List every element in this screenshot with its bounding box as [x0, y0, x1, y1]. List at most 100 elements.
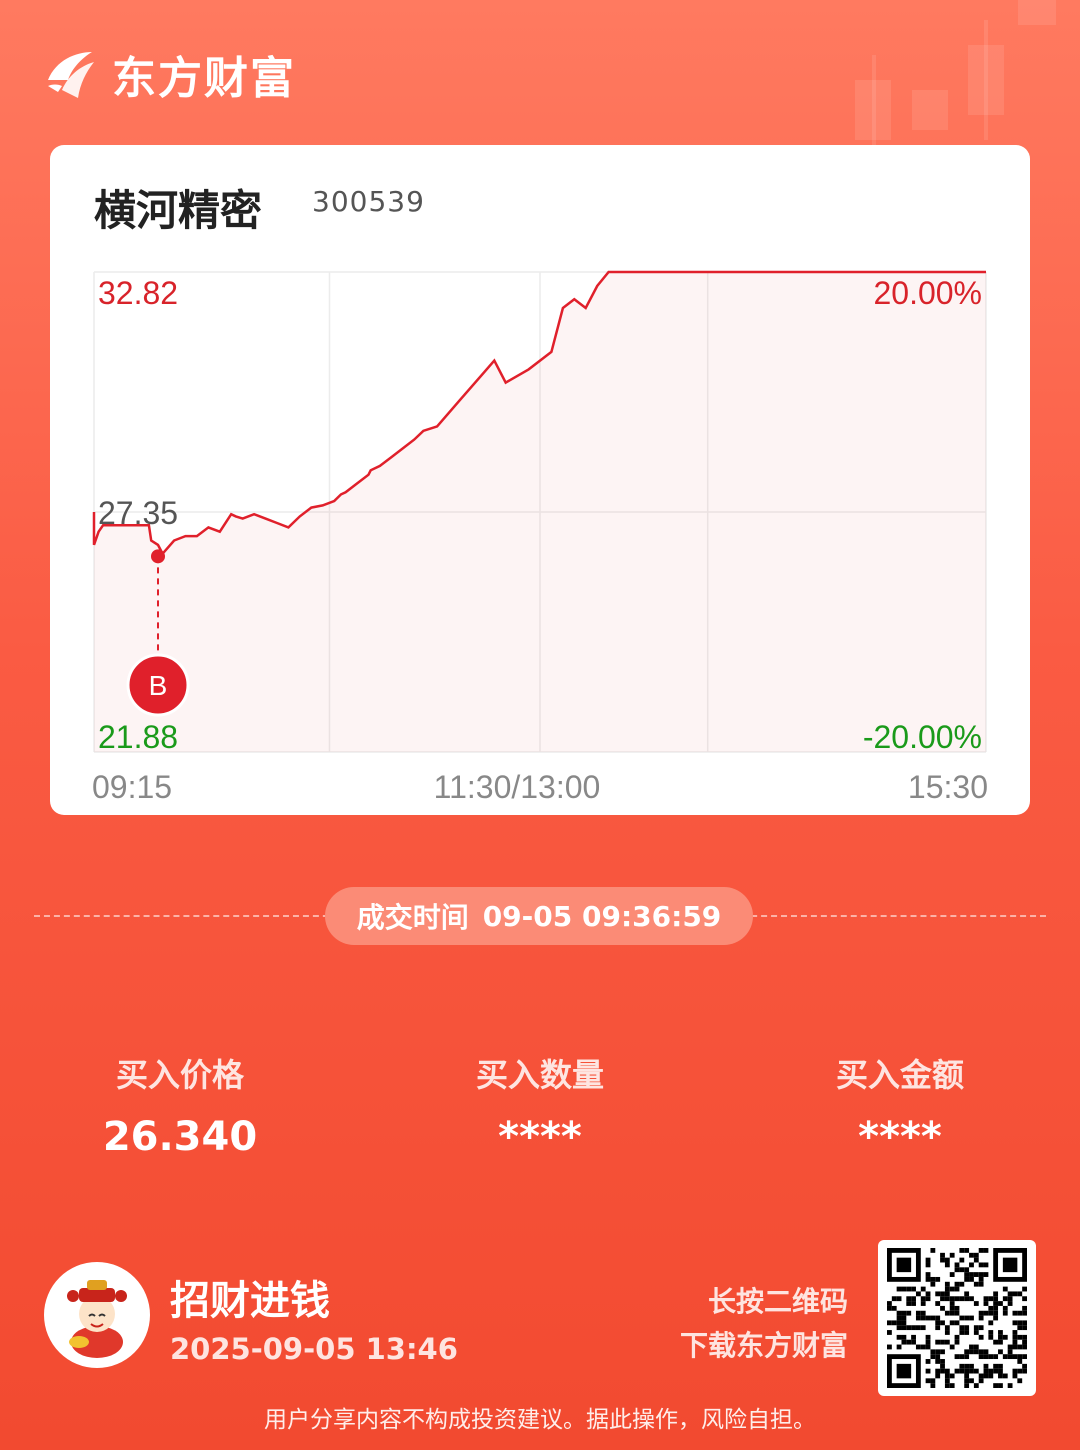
qr-module: [959, 1257, 965, 1263]
qr-module: [969, 1363, 974, 1369]
qr-module: [949, 1373, 955, 1379]
stat-value: 26.340: [102, 1114, 258, 1160]
qr-module: [978, 1281, 984, 1287]
qr-module: [1022, 1320, 1027, 1326]
qr-module: [1017, 1310, 1023, 1316]
qr-module: [940, 1252, 945, 1258]
buy-marker-dot: [151, 549, 165, 564]
stat-value: ****: [498, 1114, 582, 1160]
qr-module: [935, 1301, 941, 1306]
qr-module: [1017, 1368, 1023, 1374]
qr-module: [940, 1368, 945, 1374]
qr-module: [983, 1296, 989, 1302]
qr-module: [920, 1296, 926, 1302]
qr-module: [1022, 1368, 1027, 1374]
qr-module: [920, 1310, 926, 1316]
qr-module: [978, 1262, 984, 1268]
qr-module: [993, 1363, 999, 1369]
qr-module: [998, 1334, 1003, 1340]
qr-module: [993, 1383, 999, 1388]
qr-module: [978, 1325, 984, 1331]
qr-module: [969, 1378, 974, 1384]
qr-module: [920, 1315, 926, 1321]
qr-module: [973, 1330, 979, 1335]
qr-module: [911, 1334, 916, 1340]
qr-module: [973, 1349, 979, 1355]
qr-module: [1012, 1344, 1018, 1350]
qr-module: [944, 1378, 950, 1384]
qr-module: [954, 1286, 960, 1292]
y-label-high: 32.82: [98, 275, 178, 311]
qr-module: [1012, 1310, 1018, 1316]
qr-module: [896, 1315, 902, 1321]
qr-module: [940, 1257, 945, 1263]
stat-value: ****: [858, 1114, 942, 1160]
qr-module: [959, 1368, 965, 1374]
qr-module: [935, 1276, 941, 1282]
qr-module: [911, 1286, 916, 1292]
stat-buy-quantity: 买入数量 ****: [390, 1050, 690, 1160]
qr-module: [1012, 1373, 1018, 1379]
qr-module: [887, 1330, 892, 1335]
qr-module: [993, 1315, 999, 1321]
qr-module: [978, 1272, 984, 1277]
qr-module: [940, 1296, 945, 1302]
qr-module: [964, 1373, 970, 1379]
trade-time-label: 成交时间: [356, 901, 469, 934]
qr-module: [1012, 1320, 1018, 1326]
share-date: 2025-09-05 13:46: [170, 1332, 458, 1366]
qr-module: [1022, 1286, 1027, 1292]
qr-module: [978, 1354, 984, 1360]
qr-module: [959, 1248, 965, 1253]
qr-module: [988, 1320, 994, 1326]
qr-module: [1007, 1291, 1013, 1297]
qr-module: [973, 1368, 979, 1374]
qr-module: [944, 1383, 950, 1388]
x-label-open: 09:15: [92, 769, 172, 805]
qr-module: [930, 1281, 936, 1287]
qr-module: [1002, 1373, 1008, 1379]
qr-module: [887, 1301, 892, 1306]
qr-module: [993, 1296, 999, 1302]
qr-module: [964, 1378, 970, 1384]
qr-module: [930, 1378, 936, 1384]
qr-module: [911, 1325, 916, 1331]
qr-tip: 长按二维码 下载东方财富: [680, 1280, 848, 1368]
stat-label: 买入数量: [475, 1056, 604, 1094]
qr-module: [998, 1368, 1003, 1374]
qr-module: [896, 1320, 902, 1326]
qr-module: [935, 1349, 941, 1355]
qr-module: [983, 1248, 989, 1253]
qr-module: [911, 1296, 916, 1302]
qr-module: [983, 1373, 989, 1379]
qr-module: [983, 1272, 989, 1277]
avatar[interactable]: [44, 1262, 150, 1368]
qr-module: [998, 1301, 1003, 1306]
qr-module: [973, 1383, 979, 1388]
qr-module: [969, 1368, 974, 1374]
qr-module: [988, 1305, 994, 1311]
qr-module: [993, 1291, 999, 1297]
qr-module: [906, 1325, 912, 1331]
qr-module: [964, 1315, 970, 1321]
qr-module: [964, 1349, 970, 1355]
qr-module: [935, 1315, 941, 1321]
qr-module: [954, 1334, 960, 1340]
buy-marker-label: B: [149, 670, 168, 701]
qr-module: [973, 1344, 979, 1350]
qr-module: [954, 1310, 960, 1316]
qr-module: [978, 1378, 984, 1384]
qr-module: [915, 1315, 921, 1321]
qr-module: [959, 1325, 965, 1331]
qr-module: [944, 1339, 950, 1345]
qr-module: [935, 1320, 941, 1326]
qr-code[interactable]: [878, 1240, 1036, 1396]
qr-module: [983, 1349, 989, 1355]
qr-module: [925, 1262, 931, 1268]
qr-module: [988, 1334, 994, 1340]
stat-buy-amount: 买入金额 ****: [750, 1050, 1050, 1160]
qr-module: [983, 1354, 989, 1360]
qr-module: [944, 1373, 950, 1379]
qr-module: [964, 1354, 970, 1360]
qr-module: [949, 1286, 955, 1292]
